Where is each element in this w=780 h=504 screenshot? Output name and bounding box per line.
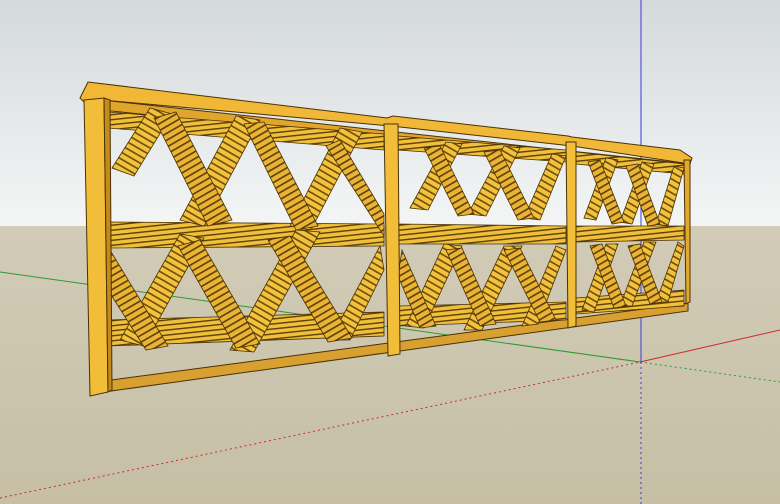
weave-band — [107, 221, 385, 249]
post-3[interactable] — [565, 141, 577, 329]
3d-viewport[interactable] — [0, 0, 780, 504]
weave-band — [397, 223, 567, 245]
model-scene[interactable] — [0, 0, 780, 504]
weave-band — [575, 225, 685, 243]
panel-1[interactable] — [107, 107, 385, 380]
